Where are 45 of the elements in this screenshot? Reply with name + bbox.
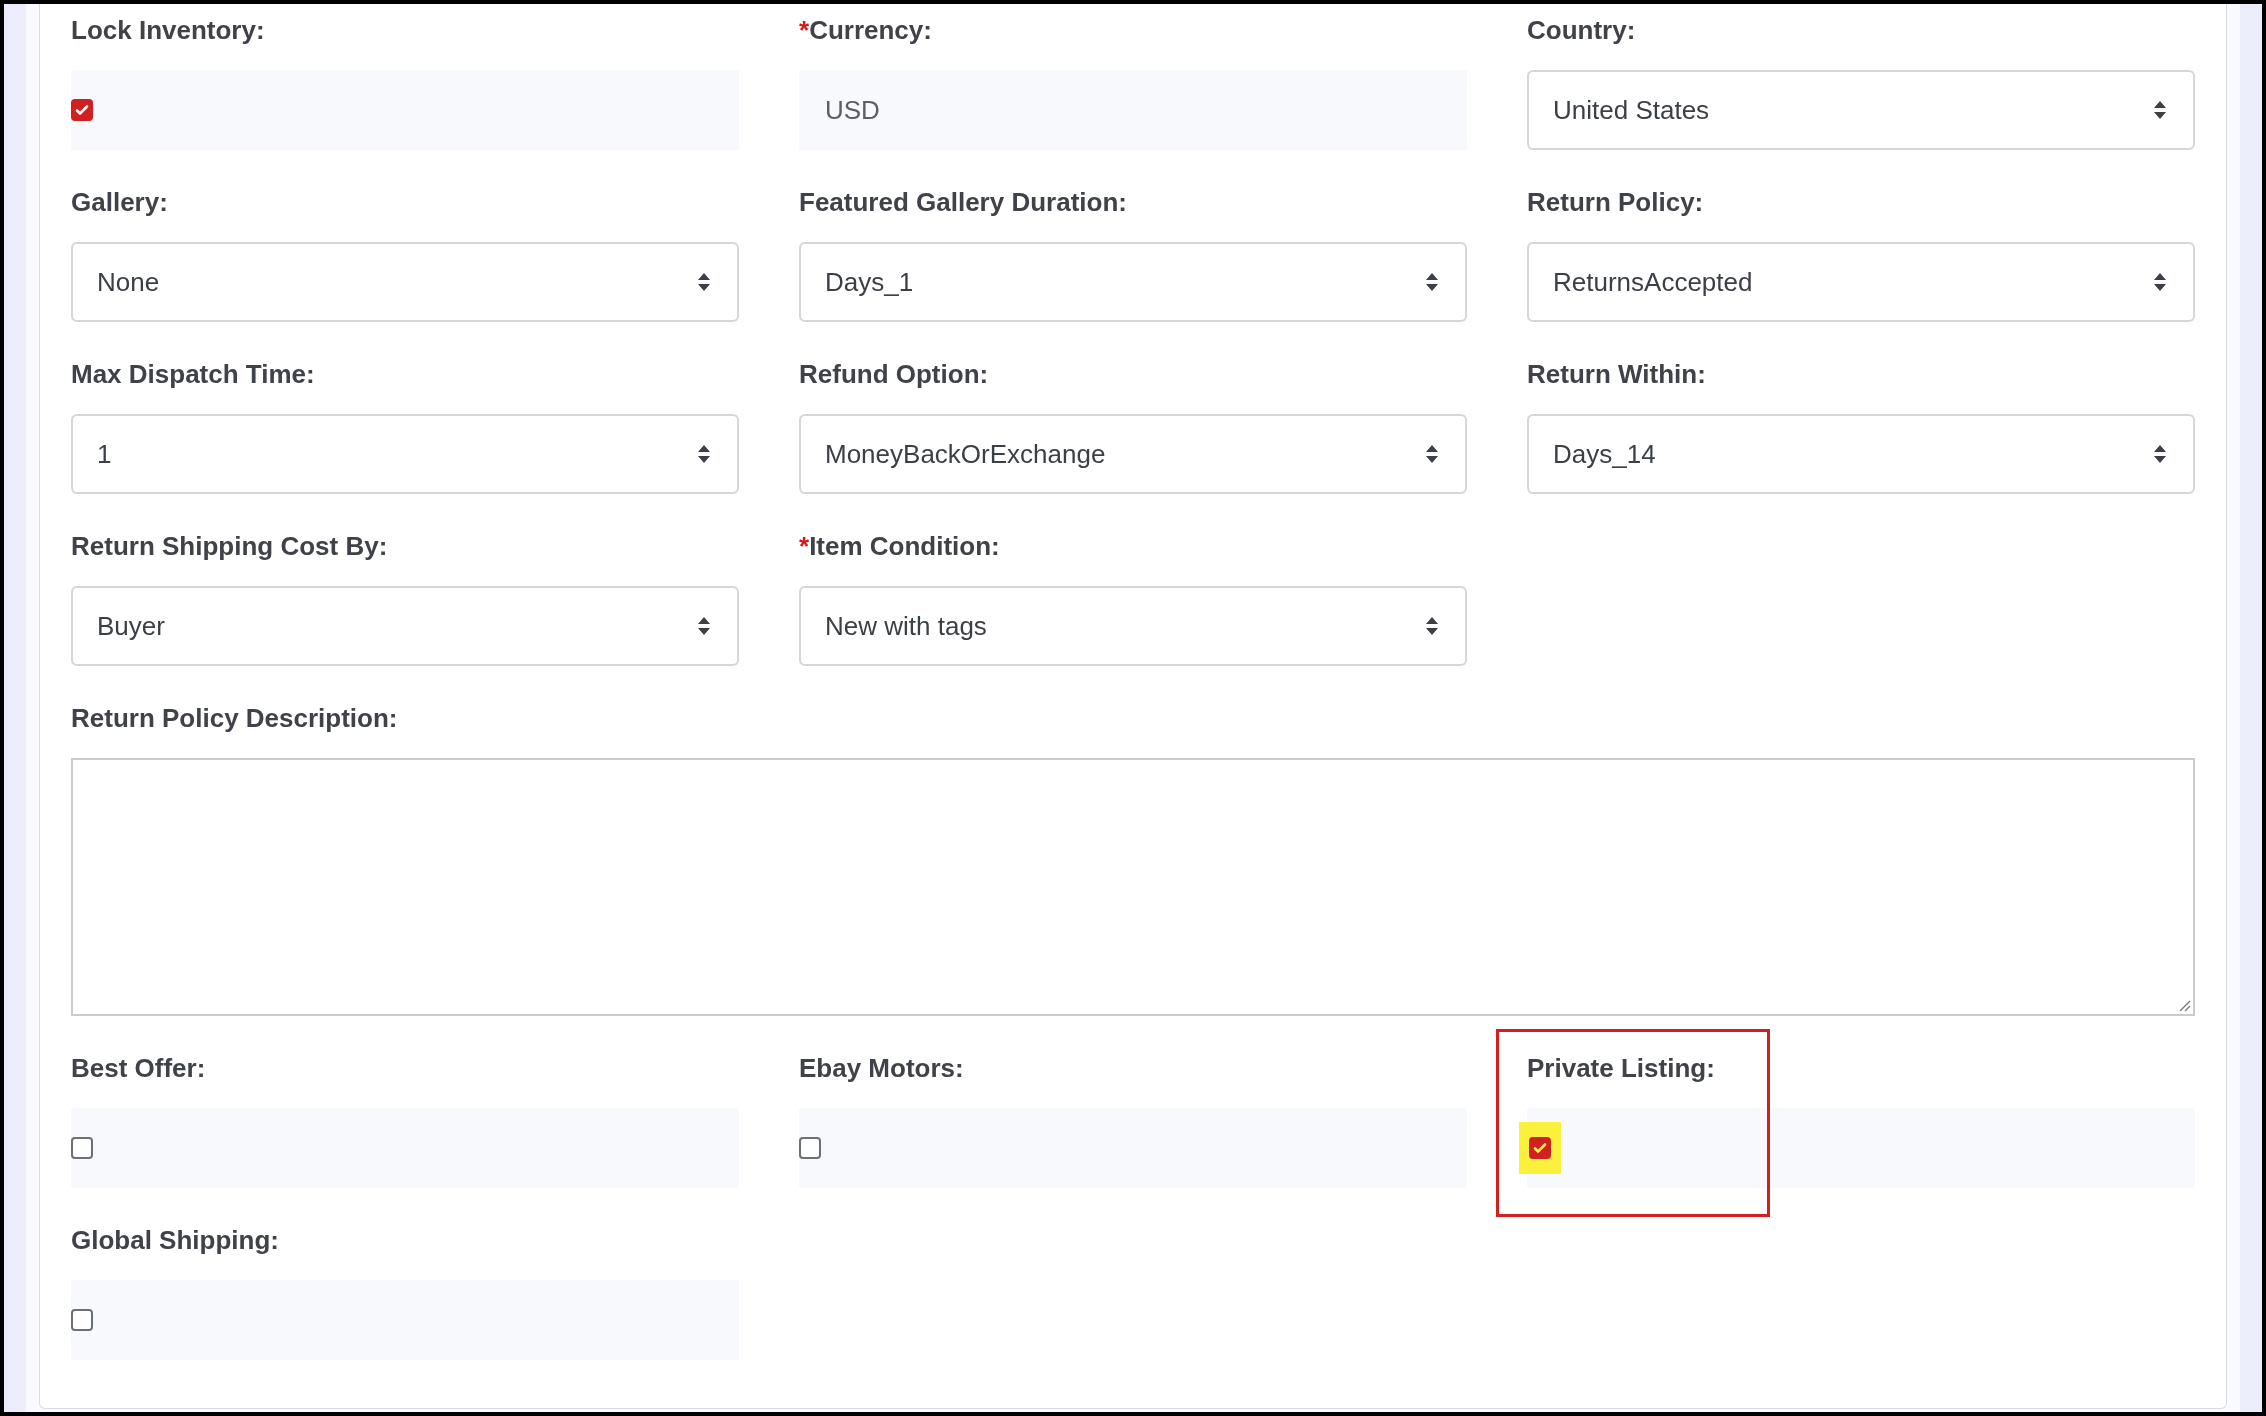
sort-arrows-icon [697, 271, 711, 293]
sort-arrows-icon [2153, 99, 2167, 121]
readonly-field: USD [799, 70, 1467, 150]
field-label: Global Shipping: [71, 1223, 279, 1257]
select-field[interactable]: Days_1 [799, 242, 1467, 322]
sort-arrows-icon [697, 443, 711, 465]
select-field[interactable]: ReturnsAccepted [1527, 242, 2195, 322]
checkbox[interactable] [799, 1137, 821, 1159]
required-mark: * [799, 13, 810, 47]
select-field[interactable]: 1 [71, 414, 739, 494]
checkbox[interactable] [71, 1309, 93, 1331]
field-label: Lock Inventory: [71, 13, 265, 47]
select-field[interactable]: None [71, 242, 739, 322]
sort-arrows-icon [697, 615, 711, 637]
check-icon [74, 102, 90, 118]
select-field[interactable]: Days_14 [1527, 414, 2195, 494]
select-field[interactable]: MoneyBackOrExchange [799, 414, 1467, 494]
field-label: Gallery: [71, 185, 168, 219]
field-label: Best Offer: [71, 1051, 206, 1085]
field-label: Country: [1527, 13, 1636, 47]
checkbox[interactable] [71, 1137, 93, 1159]
field-label: Return Policy Description: [71, 701, 398, 735]
field-label: Return Within: [1527, 357, 1706, 391]
sort-arrows-icon [1425, 443, 1439, 465]
resize-handle-icon[interactable] [2179, 1000, 2191, 1012]
field-label: Return Policy: [1527, 185, 1704, 219]
field-label: Featured Gallery Duration: [799, 185, 1127, 219]
field-label: Private Listing: [1527, 1051, 1715, 1085]
field-label: Refund Option: [799, 357, 989, 391]
sort-arrows-icon [2153, 271, 2167, 293]
checkbox[interactable] [71, 99, 93, 121]
sort-arrows-icon [2153, 443, 2167, 465]
required-mark: * [799, 529, 810, 563]
sort-arrows-icon [1425, 271, 1439, 293]
field-label: Item Condition: [809, 529, 1000, 563]
select-field[interactable]: Buyer [71, 586, 739, 666]
field-label: Currency: [809, 13, 932, 47]
field-label: Ebay Motors: [799, 1051, 964, 1085]
sort-arrows-icon [1425, 615, 1439, 637]
checkbox[interactable] [1529, 1137, 1551, 1159]
check-icon [1532, 1140, 1548, 1156]
select-field[interactable]: United States [1527, 70, 2195, 150]
field-label: Return Shipping Cost By: [71, 529, 388, 563]
select-field[interactable]: New with tags [799, 586, 1467, 666]
field-label: Max Dispatch Time: [71, 357, 315, 391]
